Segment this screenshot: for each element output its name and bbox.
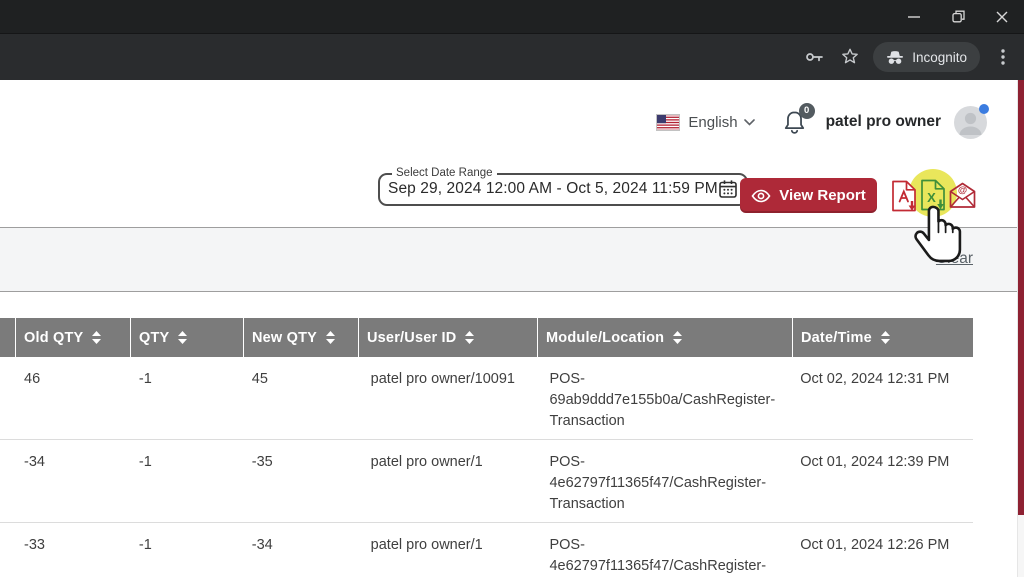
report-page: English 0 patel pro owner xyxy=(0,80,1017,577)
cell-user: patel pro owner/1 xyxy=(359,440,538,522)
email-report-icon: @ xyxy=(948,182,977,209)
scrollbar-thumb[interactable] xyxy=(1018,80,1024,515)
column-header-module[interactable]: Module/Location xyxy=(537,318,792,357)
sort-icon xyxy=(325,331,336,344)
column-label: Old QTY xyxy=(24,330,83,346)
kebab-menu-icon xyxy=(993,47,1013,67)
cell-datetime: Oct 02, 2024 12:31 PM xyxy=(792,357,973,439)
cell-old-qty: -34 xyxy=(16,440,131,522)
bookmark-star-button[interactable] xyxy=(837,44,863,70)
spacer-cell xyxy=(0,523,16,577)
column-header-qty[interactable]: QTY xyxy=(130,318,243,357)
star-icon xyxy=(839,46,861,68)
cell-module: POS-4e62797f11365f47/CashRegister-Transa… xyxy=(537,440,792,522)
cell-qty: -1 xyxy=(131,357,244,439)
calendar-icon xyxy=(718,179,738,199)
sort-icon xyxy=(177,331,188,344)
excel-download-icon: X xyxy=(920,179,947,211)
date-range-row: Sep 29, 2024 12:00 AM - Oct 5, 2024 11:5… xyxy=(388,179,738,199)
browser-toolbar-right: Incognito xyxy=(801,34,1016,80)
incognito-label: Incognito xyxy=(912,50,967,65)
close-button[interactable] xyxy=(980,0,1024,33)
online-status-dot xyxy=(979,104,989,114)
cell-module: POS-69ab9ddd7e155b0a/CashRegister-Transa… xyxy=(537,357,792,439)
view-report-button[interactable]: View Report xyxy=(740,178,877,213)
table-row: 46 -1 45 patel pro owner/10091 POS-69ab9… xyxy=(0,357,973,440)
incognito-icon xyxy=(886,50,904,65)
password-key-button[interactable] xyxy=(801,44,827,70)
password-key-icon xyxy=(803,46,825,68)
user-name: patel pro owner xyxy=(826,113,941,131)
spacer-cell xyxy=(0,440,16,522)
excel-x-glyph: X xyxy=(927,190,936,205)
window-titlebar xyxy=(0,0,1024,33)
date-range-label: Select Date Range xyxy=(392,168,497,180)
sort-icon xyxy=(672,331,683,344)
column-header-user[interactable]: User/User ID xyxy=(358,318,537,357)
cell-datetime: Oct 01, 2024 12:39 PM xyxy=(792,440,973,522)
cell-new-qty: -34 xyxy=(244,523,359,577)
sort-icon xyxy=(880,331,891,344)
column-label: Module/Location xyxy=(546,330,664,346)
column-header-new-qty[interactable]: New QTY xyxy=(243,318,358,357)
cell-qty: -1 xyxy=(131,440,244,522)
sort-icon xyxy=(91,331,102,344)
cell-module: POS-4e62797f11365f47/CashRegister-Transa… xyxy=(537,523,792,577)
cell-user: patel pro owner/10091 xyxy=(359,357,538,439)
page-scrollbar[interactable] xyxy=(1017,80,1024,577)
pdf-download-icon xyxy=(891,180,918,212)
date-range-field[interactable]: Select Date Range Sep 29, 2024 12:00 AM … xyxy=(378,168,748,206)
email-at-glyph: @ xyxy=(958,185,967,196)
date-range-value: Sep 29, 2024 12:00 AM - Oct 5, 2024 11:5… xyxy=(388,180,718,198)
browser-menu-button[interactable] xyxy=(990,44,1016,70)
restore-icon xyxy=(952,10,965,23)
export-pdf-button[interactable] xyxy=(891,180,918,215)
us-flag-icon xyxy=(656,114,680,131)
chevron-down-icon xyxy=(744,119,755,126)
close-icon xyxy=(996,11,1008,23)
cell-datetime: Oct 01, 2024 12:26 PM xyxy=(792,523,973,577)
export-excel-button[interactable]: X xyxy=(920,179,947,214)
table-row: -33 -1 -34 patel pro owner/1 POS-4e62797… xyxy=(0,523,973,577)
column-label: QTY xyxy=(139,330,169,346)
window-controls xyxy=(892,0,1024,33)
export-email-button[interactable]: @ xyxy=(948,182,977,212)
cell-old-qty: -33 xyxy=(16,523,131,577)
browser-toolbar: Incognito xyxy=(0,33,1024,81)
spacer-cell xyxy=(0,357,16,439)
table-header-row: Old QTY QTY New QTY User/User ID Module/… xyxy=(0,318,973,357)
screen: Incognito xyxy=(0,0,1024,577)
language-selector[interactable]: English xyxy=(656,114,754,131)
eye-icon xyxy=(751,189,771,203)
incognito-badge: Incognito xyxy=(873,42,980,72)
column-header-datetime[interactable]: Date/Time xyxy=(792,318,973,357)
clear-link[interactable]: Clear xyxy=(936,250,973,268)
notification-badge: 0 xyxy=(799,103,815,119)
page-header: English 0 patel pro owner xyxy=(656,101,987,143)
user-avatar[interactable] xyxy=(954,106,987,139)
column-label: User/User ID xyxy=(367,330,456,346)
filter-strip xyxy=(0,227,1017,292)
view-report-label: View Report xyxy=(779,187,865,204)
header-spacer-cell xyxy=(0,318,15,357)
inventory-table: Old QTY QTY New QTY User/User ID Module/… xyxy=(0,318,973,577)
minimize-icon xyxy=(908,11,920,23)
cell-old-qty: 46 xyxy=(16,357,131,439)
table-row: -34 -1 -35 patel pro owner/1 POS-4e62797… xyxy=(0,440,973,523)
cell-user: patel pro owner/1 xyxy=(359,523,538,577)
cell-qty: -1 xyxy=(131,523,244,577)
language-label: English xyxy=(688,114,737,131)
column-label: New QTY xyxy=(252,330,317,346)
sort-icon xyxy=(464,331,475,344)
restore-button[interactable] xyxy=(936,0,980,33)
cell-new-qty: 45 xyxy=(244,357,359,439)
column-header-old-qty[interactable]: Old QTY xyxy=(15,318,130,357)
minimize-button[interactable] xyxy=(892,0,936,33)
column-label: Date/Time xyxy=(801,330,872,346)
notifications-button[interactable]: 0 xyxy=(782,109,808,136)
cell-new-qty: -35 xyxy=(244,440,359,522)
